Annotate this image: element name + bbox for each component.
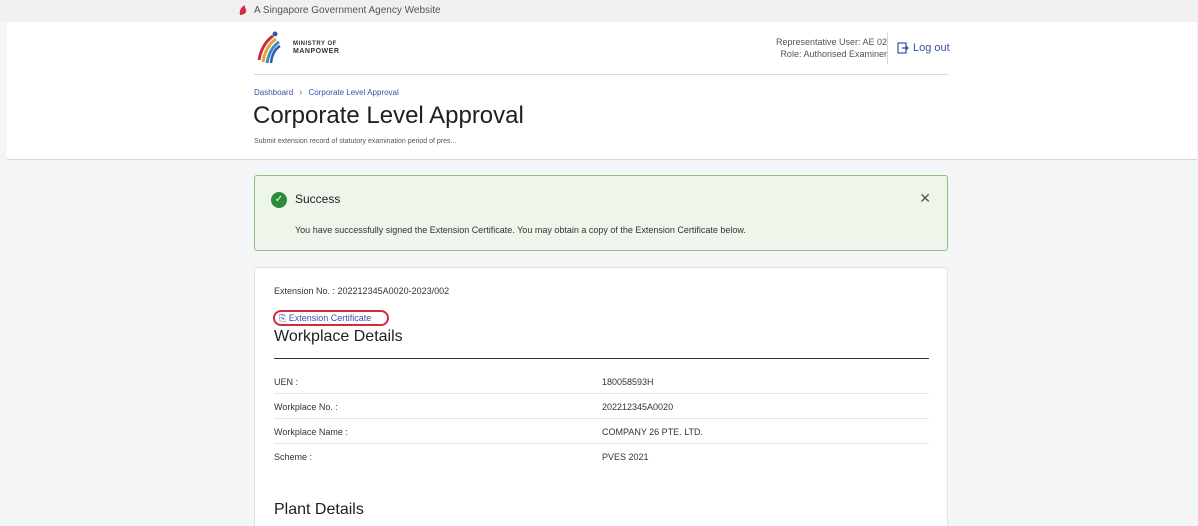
row-label: Scheme : (274, 452, 313, 462)
gov-banner-text: A Singapore Government Agency Website (254, 4, 441, 16)
logo-line2: MANPOWER (293, 48, 340, 55)
alert-title: Success (295, 192, 341, 206)
section-divider (274, 358, 929, 359)
row-value: COMPANY 26 PTE. LTD. (602, 427, 704, 437)
logout-label: Log out (913, 42, 950, 54)
page-header: MINISTRY OF MANPOWER Representative User… (7, 22, 1197, 160)
breadcrumb-current[interactable]: Corporate Level Approval (308, 88, 398, 97)
extension-certificate-label: Extension Certificate (288, 313, 372, 323)
singapore-lion-icon (239, 5, 247, 15)
page-subtitle: Submit extension record of statutory exa… (254, 138, 457, 145)
header-divider-line (254, 74, 948, 75)
header-divider (887, 32, 888, 64)
paperclip-icon: ⎘ (279, 313, 287, 323)
breadcrumb: Dashboard › Corporate Level Approval (254, 87, 399, 98)
extension-certificate-link[interactable]: ⎘ Extension Certificate (273, 310, 389, 326)
row-value: 202212345A0020 (602, 402, 674, 412)
logo-text: MINISTRY OF MANPOWER (293, 41, 339, 55)
success-alert: ✓ Success You have successfully signed t… (254, 175, 948, 251)
detail-row-uen: UEN : 180058593H (274, 370, 929, 394)
close-icon[interactable]: ✕ (919, 190, 931, 207)
extension-card: Extension No. : 202212345A0020-2023/002 … (254, 267, 948, 526)
logo-line1: MINISTRY OF (293, 41, 337, 47)
check-circle-icon: ✓ (271, 192, 287, 208)
detail-row-workplace-name: Workplace Name : COMPANY 26 PTE. LTD. (274, 420, 929, 444)
plant-details-title: Plant Details (274, 501, 364, 518)
extension-number: Extension No. : 202212345A0020-2023/002 (274, 286, 450, 296)
row-value: PVES 2021 (602, 452, 649, 462)
logout-button[interactable]: Log out (897, 42, 950, 54)
representative-user: Representative User: AE 02 (775, 37, 887, 47)
detail-row-workplace-no: Workplace No. : 202212345A0020 (274, 395, 929, 419)
row-label: Workplace No. : (274, 402, 338, 412)
row-value: 180058593H (602, 377, 654, 387)
logout-icon (897, 42, 909, 54)
breadcrumb-dashboard[interactable]: Dashboard (254, 88, 293, 97)
page-title: Corporate Level Approval (253, 102, 524, 129)
mom-logo-icon (257, 31, 281, 64)
mom-logo[interactable]: MINISTRY OF MANPOWER (253, 30, 339, 66)
alert-message: You have successfully signed the Extensi… (295, 225, 746, 235)
gov-banner: A Singapore Government Agency Website (0, 0, 1198, 22)
row-label: UEN : (274, 377, 299, 387)
workplace-details-title: Workplace Details (274, 328, 403, 345)
user-role: Role: Authorised Examiner (780, 49, 887, 59)
detail-row-scheme: Scheme : PVES 2021 (274, 445, 929, 469)
user-info: Representative User: AE 02 Role: Authori… (776, 36, 887, 60)
chevron-right-icon: › (299, 87, 303, 98)
row-label: Workplace Name : (274, 427, 348, 437)
